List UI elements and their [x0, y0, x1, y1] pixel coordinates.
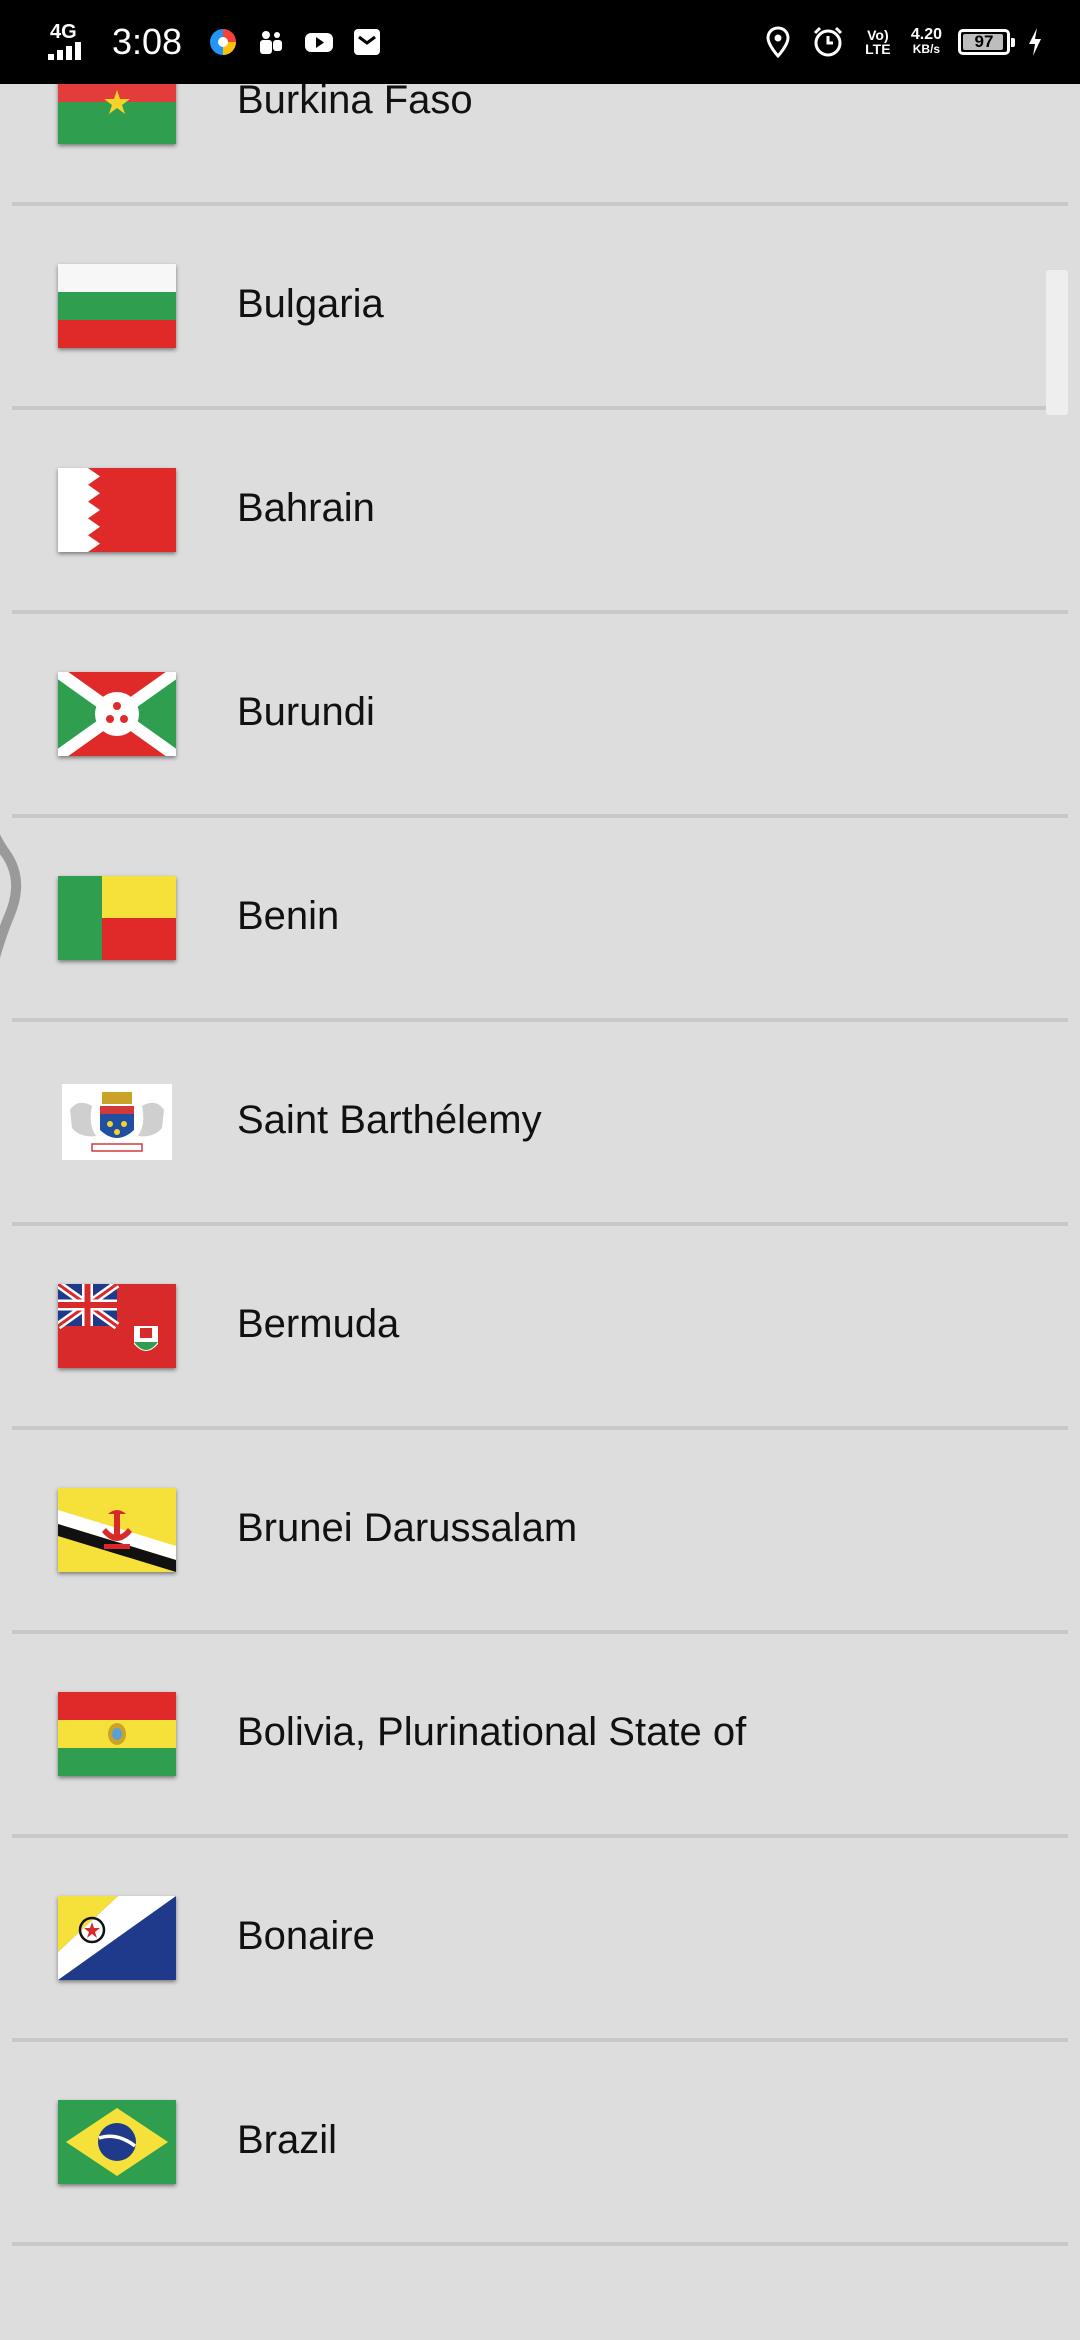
speed-value: 4.20: [910, 26, 942, 43]
browser-icon: [206, 25, 240, 59]
benin-flag-icon: [58, 876, 176, 960]
country-row[interactable]: Brunei Darussalam: [0, 1428, 1080, 1634]
status-bar-left: 4G 3:08: [48, 21, 384, 63]
youtube-icon: [302, 25, 336, 59]
bermuda-flag-icon: [58, 1284, 176, 1368]
brazil-flag-icon: [58, 2100, 176, 2184]
speed-unit: KB/s: [912, 42, 941, 56]
country-list[interactable]: Burkina Faso Bulgaria Bahrain Burundi Be…: [0, 84, 1080, 2340]
country-row[interactable]: Burundi: [0, 612, 1080, 818]
country-row[interactable]: Bermuda: [0, 1224, 1080, 1430]
bulgaria-flag-icon: [58, 264, 176, 348]
teams-icon: [254, 25, 288, 59]
battery-level: 97: [974, 32, 994, 51]
country-row[interactable]: Bahrain: [0, 408, 1080, 614]
battery-icon: 97: [958, 29, 1015, 55]
country-name: Brunei Darussalam: [237, 1506, 578, 1550]
country-row[interactable]: [0, 2244, 1080, 2340]
scrollbar-thumb[interactable]: [1046, 270, 1068, 415]
saint-barthelemy-flag-icon: [58, 1080, 176, 1164]
volte-icon: Vo) LTE: [865, 27, 891, 57]
country-row[interactable]: Saint Barthélemy: [0, 1020, 1080, 1226]
network-type: 4G: [50, 21, 77, 43]
country-name: Benin: [237, 894, 340, 938]
country-name: Burundi: [237, 690, 375, 734]
country-row[interactable]: Bolivia, Plurinational State of: [0, 1632, 1080, 1838]
country-name: Bahrain: [237, 486, 375, 530]
bahrain-flag-icon: [58, 468, 176, 552]
country-name: Bonaire: [237, 1914, 375, 1958]
clock: 3:08: [112, 21, 183, 62]
country-row[interactable]: Benin: [0, 816, 1080, 1022]
brunei-flag-icon: [58, 1488, 176, 1572]
charging-icon: [1026, 25, 1044, 59]
burkina-faso-flag-icon: [58, 84, 176, 144]
country-row[interactable]: Bulgaria: [0, 204, 1080, 410]
alarm-icon: [811, 25, 845, 59]
mail-icon: [350, 25, 384, 59]
status-bar: 4G 3:08 Vo) LTE 4.20 KB/s 97: [0, 0, 1080, 84]
speed-indicator: 4.20 KB/s: [910, 26, 942, 57]
bonaire-flag-icon: [58, 1896, 176, 1980]
country-name: Bermuda: [237, 1302, 400, 1346]
country-name: Burkina Faso: [237, 84, 473, 122]
signal-icon: 4G: [48, 22, 98, 62]
edge-gesture-handle-icon[interactable]: [0, 784, 34, 1024]
country-name: Brazil: [237, 2118, 338, 2162]
country-row[interactable]: Burkina Faso: [0, 84, 1080, 206]
burundi-flag-icon: [58, 672, 176, 756]
bolivia-flag-icon: [58, 1692, 176, 1776]
status-bar-right: Vo) LTE 4.20 KB/s 97: [761, 25, 1044, 59]
country-name: Bolivia, Plurinational State of: [237, 1710, 747, 1754]
country-row[interactable]: Brazil: [0, 2040, 1080, 2246]
country-name: Saint Barthélemy: [237, 1098, 542, 1142]
country-row[interactable]: Bonaire: [0, 1836, 1080, 2042]
location-icon: [761, 25, 795, 59]
country-name: Bulgaria: [237, 282, 384, 326]
